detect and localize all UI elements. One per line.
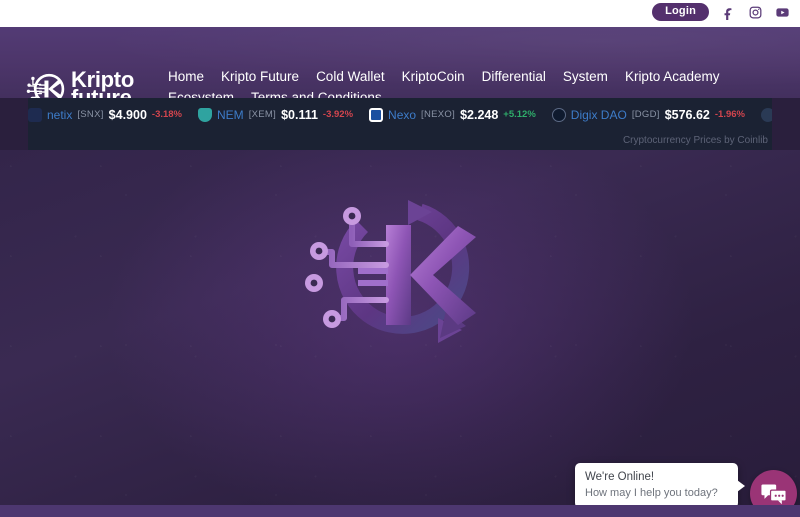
hero-section [0, 150, 800, 505]
ticker-attribution[interactable]: Cryptocurrency Prices by Coinlib [623, 131, 768, 150]
snx-coin-icon [28, 107, 42, 122]
instagram-icon[interactable] [748, 5, 763, 20]
ticker-name: Digix DAO [570, 107, 627, 122]
ticker-price: $576.62 [664, 107, 710, 122]
nav-item-home[interactable]: Home [168, 69, 204, 84]
nav-item-ecosystem[interactable]: Ecosystem [168, 90, 234, 98]
ticker-name: Nexo [388, 107, 417, 122]
ticker-change: +5.12% [503, 109, 536, 120]
qtum-coin-icon [761, 107, 772, 122]
page-root: Login Kripto future Home Kripto Future C… [0, 0, 800, 517]
ticker-item-snx[interactable]: netix [SNX] $4.900 -3.18% [28, 107, 183, 122]
ticker-rail[interactable]: netix [SNX] $4.900 -3.18% NEM [XEM] $0.1… [28, 98, 772, 131]
top-bar-actions: Login [652, 0, 790, 27]
bottom-accent-strip [0, 505, 800, 517]
site-header: Kripto future Home Kripto Future Cold Wa… [0, 27, 800, 98]
ticker-name: NEM [217, 107, 244, 122]
nav-item-kriptocoin[interactable]: KriptoCoin [402, 69, 465, 84]
nav-item-differential[interactable]: Differential [482, 69, 546, 84]
ticker-price: $4.900 [108, 107, 147, 122]
facebook-icon[interactable] [721, 5, 736, 20]
nem-coin-icon [198, 107, 213, 122]
ticker-item-dgd[interactable]: Digix DAO [DGD] $576.62 -1.96% [551, 107, 745, 122]
ticker-symbol: [DGD] [631, 109, 660, 120]
kripto-future-logo-icon [26, 69, 66, 98]
ticker-item-nexo[interactable]: Nexo [NEXO] $2.248 +5.12% [369, 107, 536, 122]
nexo-coin-icon [369, 107, 384, 122]
ticker-item-xem[interactable]: NEM [XEM] $0.111 -3.92% [198, 107, 354, 122]
logo-wordmark: Kripto future [71, 69, 134, 99]
site-logo[interactable]: Kripto future [26, 69, 134, 98]
chat-greeting-title: We're Online! [585, 471, 655, 483]
nav-item-cold-wallet[interactable]: Cold Wallet [316, 69, 385, 84]
main-navigation: Home Kripto Future Cold Wallet KriptoCoi… [168, 69, 788, 98]
nav-item-kripto-future[interactable]: Kripto Future [221, 69, 299, 84]
ticker-change: -3.18% [151, 109, 183, 120]
ticker-price: $2.248 [460, 107, 499, 122]
ticker-change: -3.92% [322, 109, 354, 120]
logo-line-2: future [71, 85, 132, 99]
nav-item-system[interactable]: System [563, 69, 608, 84]
ticker-name: netix [47, 107, 73, 122]
nav-item-terms-and-conditions[interactable]: Terms and Conditions [251, 90, 382, 98]
crypto-ticker: netix [SNX] $4.900 -3.18% NEM [XEM] $0.1… [28, 98, 772, 150]
nav-item-kripto-academy[interactable]: Kripto Academy [625, 69, 720, 84]
ticker-price: $0.111 [281, 107, 318, 122]
ticker-symbol: [SNX] [77, 109, 104, 120]
ticker-item-qtum[interactable]: QTUM [QTUM] $ [761, 107, 772, 122]
chat-greeting-bubble[interactable]: We're Online! How may I help you today? [575, 463, 745, 508]
chat-bubbles-icon [760, 483, 787, 505]
login-button[interactable]: Login [652, 3, 709, 21]
ticker-change: -1.96% [714, 109, 745, 120]
nav-row: Home Kripto Future Cold Wallet KriptoCoi… [168, 69, 788, 98]
ticker-symbol: [XEM] [248, 109, 277, 120]
dgd-coin-icon [551, 107, 566, 122]
youtube-icon[interactable] [775, 5, 790, 20]
top-utility-bar: Login [0, 0, 800, 27]
chat-greeting-subtitle: How may I help you today? [585, 487, 718, 499]
ticker-symbol: [NEXO] [421, 109, 456, 120]
